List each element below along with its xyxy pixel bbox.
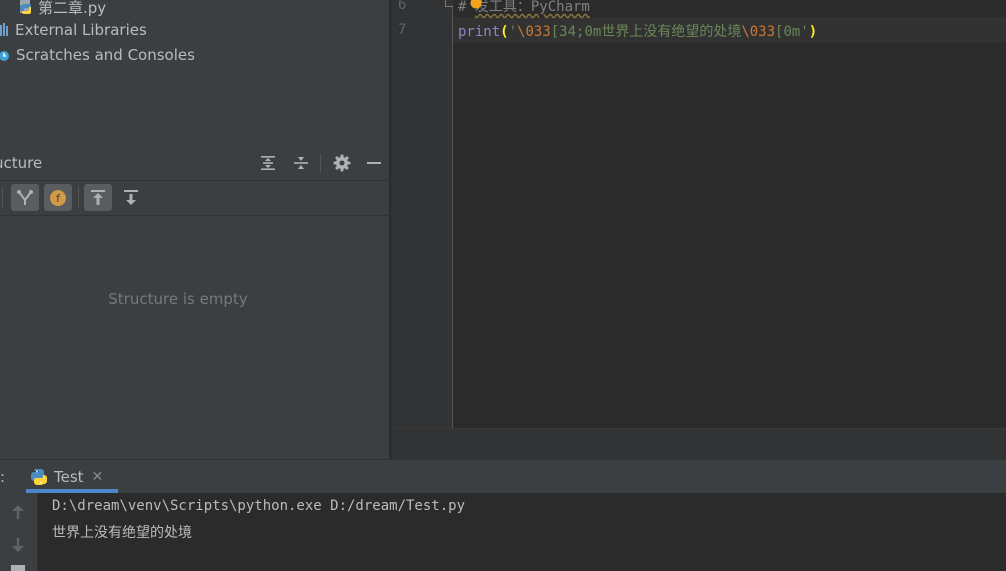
line-number: 7: [398, 22, 407, 38]
code-editor[interactable]: # 发工具：PyCharm print('\033[34;0m世界上没有绝望的处…: [453, 0, 1006, 428]
comment-text: 发工具：PyCharm: [474, 0, 590, 15]
tree-item-external-libraries[interactable]: External Libraries: [0, 18, 147, 42]
arrow-down-icon: [12, 538, 24, 552]
escape-sequence: \033: [741, 24, 776, 40]
editor-breadcrumb-bar: [392, 428, 1006, 460]
autoscroll-from-source-icon: [124, 189, 138, 205]
editor-gutter: 6 7: [392, 0, 454, 428]
string-quote: ': [508, 24, 518, 40]
open-paren: (: [500, 24, 509, 40]
console-line-output: 世界上没有绝望的处境: [52, 525, 192, 541]
expand-all-button[interactable]: [257, 152, 279, 174]
scroll-down-button[interactable]: [8, 535, 28, 555]
left-tool-panel: 第二章.py External Libraries Scratches and …: [0, 0, 389, 459]
libraries-icon: [0, 22, 11, 38]
show-fields-icon: f: [50, 189, 66, 206]
python-file-icon: [18, 0, 34, 15]
show-fields-button[interactable]: f: [44, 184, 72, 211]
string-text: [34;0m世界上没有绝望的处境: [550, 24, 742, 40]
run-tool-window-header: : Test ✕: [0, 459, 1006, 494]
tree-item-scratches-and-consoles[interactable]: Scratches and Consoles: [0, 43, 195, 67]
tree-item-label: External Libraries: [15, 21, 147, 39]
sort-alphabetically-icon: [17, 189, 33, 205]
minimize-icon: [367, 162, 381, 164]
collapse-all-icon: [294, 157, 308, 169]
tree-item-label: Scratches and Consoles: [16, 46, 195, 64]
print-builtin: print: [458, 24, 501, 40]
autoscroll-from-source-button[interactable]: [117, 184, 145, 211]
string-tail: [0m': [775, 24, 809, 40]
autoscroll-to-source-button[interactable]: [84, 184, 112, 211]
collapse-all-button[interactable]: [290, 152, 312, 174]
tree-item-python-file[interactable]: 第二章.py: [18, 0, 106, 19]
structure-header: ucture: [0, 146, 389, 181]
gear-icon: [333, 154, 351, 172]
toolbar-separator: [78, 187, 79, 208]
expand-all-icon: [261, 156, 275, 170]
escape-sequence: \033: [517, 24, 551, 40]
bulb-icon[interactable]: [469, 0, 483, 10]
close-icon[interactable]: ✕: [92, 469, 104, 485]
run-label: :: [0, 468, 6, 486]
sort-alphabetically-button[interactable]: [11, 184, 39, 211]
toolbar-separator: [2, 187, 3, 208]
structure-toolbar: f: [0, 180, 389, 216]
run-console-output[interactable]: D:\dream\venv\Scripts\python.exe D:/drea…: [38, 493, 1006, 571]
run-side-toolbar: [0, 493, 38, 571]
header-separator: [320, 154, 321, 172]
autoscroll-to-source-icon: [91, 189, 105, 205]
python-run-icon: [30, 468, 48, 486]
pycharm-window: 第二章.py External Libraries Scratches and …: [0, 0, 1006, 571]
console-action-icon[interactable]: [11, 565, 25, 571]
structure-empty-message: Structure is empty: [108, 290, 248, 308]
scratches-icon: [0, 47, 12, 63]
run-tab-label: Test: [54, 468, 84, 486]
console-line-command: D:\dream\venv\Scripts\python.exe D:/drea…: [52, 498, 466, 514]
tree-item-label: 第二章.py: [38, 0, 107, 17]
structure-title: ucture: [0, 154, 43, 172]
close-paren: ): [808, 24, 818, 40]
arrow-up-icon: [12, 505, 24, 519]
settings-button[interactable]: [331, 152, 353, 174]
minimize-button[interactable]: [363, 152, 385, 174]
scroll-up-button[interactable]: [8, 502, 28, 522]
line-number: 6: [398, 0, 407, 13]
code-line-7: print('\033[34;0m世界上没有绝望的处境\033[0m'): [458, 21, 817, 41]
